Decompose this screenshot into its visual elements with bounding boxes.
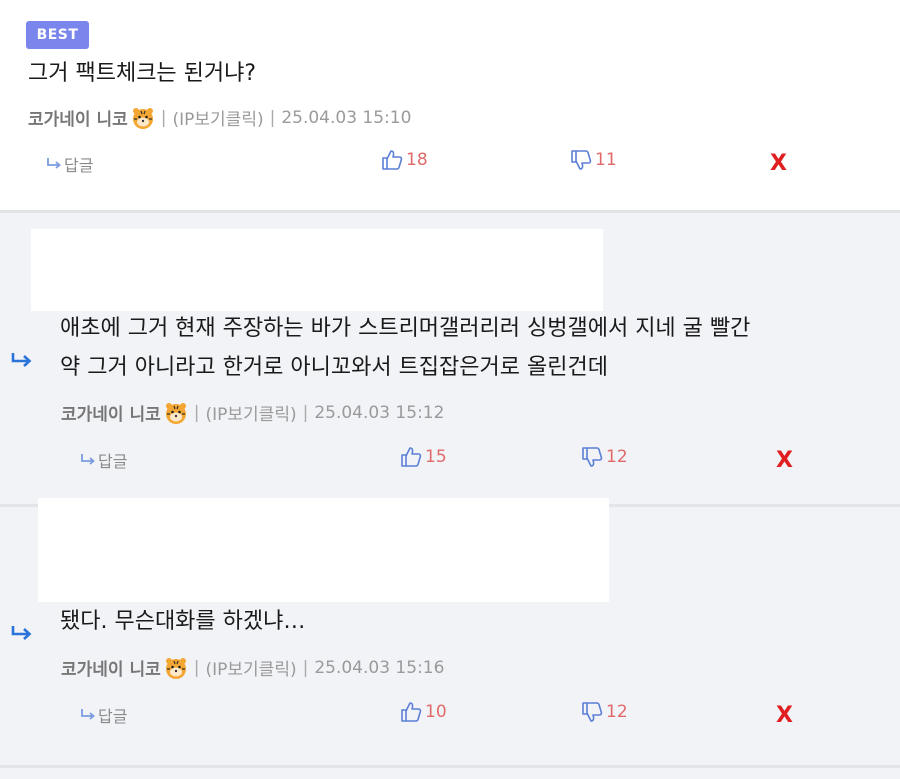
like-button[interactable]: 15 — [400, 446, 447, 468]
comment-meta: 코가네이 니코 | (IP보기클릭) | 25.04.03 15:12 — [61, 400, 444, 425]
thumbs-down-icon — [582, 447, 603, 467]
tiger-emoji-icon — [132, 107, 153, 129]
reply-arrow-icon — [81, 709, 95, 720]
meta-separator: | — [160, 107, 167, 128]
meta-separator: | — [193, 402, 200, 423]
thumbs-down-icon — [571, 150, 592, 170]
ip-view-link[interactable]: (IP보기클릭) — [206, 400, 297, 425]
comment-text: 그거 팩트체크는 된거냐? — [28, 61, 257, 86]
delete-button[interactable]: X — [776, 703, 793, 728]
meta-separator: | — [302, 657, 309, 678]
meta-separator: | — [269, 107, 276, 128]
reply-label: 답글 — [98, 452, 128, 471]
tiger-emoji-icon — [165, 402, 186, 424]
like-count: 15 — [425, 447, 447, 467]
comment-datetime: 25.04.03 15:12 — [314, 402, 445, 423]
dislike-count: 12 — [606, 702, 628, 722]
comment-datetime: 25.04.03 15:16 — [314, 657, 445, 678]
reply-button[interactable]: 답글 — [80, 448, 127, 472]
dislike-button[interactable]: 11 — [570, 149, 617, 171]
nested-reply-arrow-icon — [11, 353, 32, 367]
reply-text-line: 애초에 그거 현재 주장하는 바가 스트리머갤러리러 싱벙갤에서 지네 굴 빨간 — [60, 316, 751, 341]
dislike-button[interactable]: 12 — [581, 446, 628, 468]
next-comment-area — [0, 768, 900, 779]
delete-button[interactable]: X — [770, 151, 787, 176]
thumbs-up-icon — [401, 447, 422, 467]
ip-view-link[interactable]: (IP보기클릭) — [173, 105, 264, 130]
comment-meta: 코가네이 니코 | (IP보기클릭) | 25.04.03 15:10 — [28, 105, 411, 130]
thumbs-up-icon — [401, 702, 422, 722]
redacted-area — [31, 229, 603, 311]
delete-button[interactable]: X — [776, 448, 793, 473]
reply-comment: 됐다. 무슨대화를 하겠냐… 코가네이 니코 | (IP보기클릭) | 25.0… — [0, 498, 900, 765]
reply-text-line: 약 그거 아니라고 한거로 아니꼬와서 트집잡은거로 올린건데 — [60, 355, 608, 380]
like-count: 10 — [425, 702, 447, 722]
comment-datetime: 25.04.03 15:10 — [281, 107, 412, 128]
reply-comment: 애초에 그거 현재 주장하는 바가 스트리머갤러리러 싱벙갤에서 지네 굴 빨간… — [0, 213, 900, 504]
redacted-area — [38, 498, 609, 602]
meta-separator: | — [193, 657, 200, 678]
reply-arrow-icon — [81, 454, 95, 465]
like-button[interactable]: 18 — [381, 149, 428, 171]
reply-button[interactable]: 답글 — [80, 703, 127, 727]
dislike-count: 12 — [606, 447, 628, 467]
comment-author[interactable]: 코가네이 니코 — [61, 655, 161, 680]
reply-text-line: 됐다. 무슨대화를 하겠냐… — [60, 609, 306, 634]
nested-reply-arrow-icon — [11, 626, 32, 640]
reply-arrow-icon — [47, 158, 61, 169]
dislike-button[interactable]: 12 — [581, 701, 628, 723]
like-count: 18 — [406, 150, 428, 170]
comment-author[interactable]: 코가네이 니코 — [61, 400, 161, 425]
dislike-count: 11 — [595, 150, 617, 170]
ip-view-link[interactable]: (IP보기클릭) — [206, 655, 297, 680]
thumbs-down-icon — [582, 702, 603, 722]
meta-separator: | — [302, 402, 309, 423]
thumbs-up-icon — [382, 150, 403, 170]
tiger-emoji-icon — [165, 657, 186, 679]
reply-label: 답글 — [98, 707, 128, 726]
reply-label: 답글 — [64, 156, 94, 175]
reply-button[interactable]: 답글 — [46, 152, 93, 176]
like-button[interactable]: 10 — [400, 701, 447, 723]
comment-author[interactable]: 코가네이 니코 — [28, 105, 128, 130]
best-badge: BEST — [26, 21, 89, 49]
comment-meta: 코가네이 니코 | (IP보기클릭) | 25.04.03 15:16 — [61, 655, 444, 680]
